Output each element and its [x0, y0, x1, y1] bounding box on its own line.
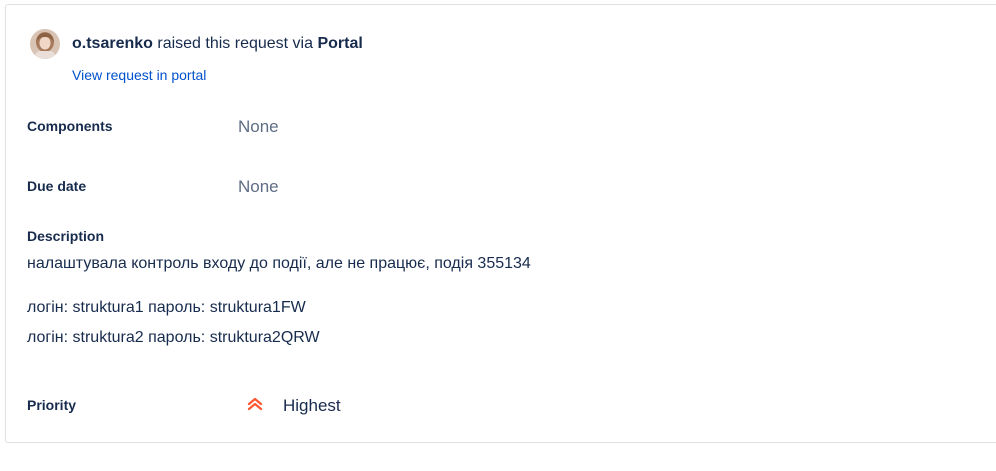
request-details-panel: o.tsarenko raised this request via Porta…: [5, 4, 996, 443]
priority-value[interactable]: Highest: [283, 396, 341, 416]
description-line: налаштувала контроль входу до події, але…: [27, 255, 531, 272]
priority-label: Priority: [27, 397, 77, 413]
due-date-value[interactable]: None: [238, 177, 279, 197]
due-date-label: Due date: [27, 178, 87, 194]
request-raiser: o.tsarenko raised this request via Porta…: [30, 29, 363, 59]
raiser-name[interactable]: o.tsarenko: [72, 35, 153, 52]
raised-via-text: raised this request via: [152, 35, 318, 52]
avatar-image: [30, 29, 60, 59]
components-label: Components: [27, 118, 113, 134]
chevron-double-up-icon: [247, 397, 263, 411]
description-label: Description: [27, 228, 105, 244]
components-value[interactable]: None: [238, 117, 279, 137]
raiser-summary: o.tsarenko raised this request via Porta…: [72, 35, 363, 53]
view-request-in-portal-link[interactable]: View request in portal: [72, 67, 206, 83]
description-line: логін: struktura2 пароль: struktura2QRW: [27, 329, 320, 346]
request-channel: Portal: [317, 35, 363, 52]
user-avatar[interactable]: [30, 29, 60, 59]
description-line: логін: struktura1 пароль: struktura1FW: [27, 299, 306, 316]
